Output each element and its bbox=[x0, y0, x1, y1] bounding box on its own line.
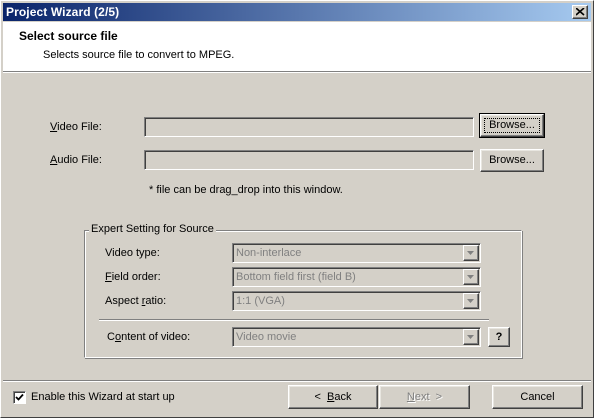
title-bar: Project Wizard (2/5) bbox=[3, 3, 591, 21]
chevron-down-icon bbox=[467, 335, 474, 339]
video-file-field[interactable] bbox=[144, 117, 474, 137]
video-type-dropdown-button[interactable] bbox=[463, 245, 479, 261]
cancel-button[interactable]: Cancel bbox=[492, 385, 583, 409]
video-type-value: Non-interlace bbox=[236, 247, 302, 259]
chevron-down-icon bbox=[467, 251, 474, 255]
close-button[interactable] bbox=[572, 5, 588, 19]
page-subtitle: Selects source file to convert to MPEG. bbox=[43, 49, 235, 61]
checkmark-icon bbox=[15, 393, 24, 401]
aspect-ratio-label: Aspect ratio: bbox=[105, 295, 167, 307]
wizard-header: Select source file Selects source file t… bbox=[3, 22, 591, 71]
next-button[interactable]: Next > bbox=[379, 385, 470, 409]
page-title: Select source file bbox=[19, 29, 118, 43]
header-divider bbox=[3, 71, 591, 73]
video-file-label: Video File: bbox=[50, 121, 102, 133]
audio-browse-button[interactable]: Browse... bbox=[480, 149, 544, 172]
expert-settings-divider bbox=[99, 319, 489, 321]
expert-settings-title: Expert Setting for Source bbox=[89, 223, 216, 235]
video-type-label: Video type: bbox=[105, 247, 160, 259]
chevron-down-icon bbox=[467, 275, 474, 279]
footer-divider bbox=[3, 380, 591, 382]
field-order-dropdown-button[interactable] bbox=[463, 269, 479, 285]
content-of-video-select[interactable]: Video movie bbox=[232, 327, 481, 347]
video-browse-button[interactable]: Browse... bbox=[479, 113, 545, 138]
back-arrow-icon: < bbox=[314, 391, 321, 403]
next-arrow-icon: > bbox=[435, 391, 443, 403]
help-button[interactable]: ? bbox=[488, 327, 510, 347]
aspect-ratio-value: 1:1 (VGA) bbox=[236, 295, 285, 307]
content-of-video-dropdown-button[interactable] bbox=[463, 329, 479, 345]
audio-file-label: Audio File: bbox=[50, 154, 102, 166]
field-order-label: Field order: bbox=[105, 271, 161, 283]
window-title: Project Wizard (2/5) bbox=[6, 5, 120, 19]
chevron-down-icon bbox=[467, 299, 474, 303]
content-of-video-label: Content of video: bbox=[107, 331, 191, 343]
audio-file-field[interactable] bbox=[144, 150, 474, 170]
field-order-value: Bottom field first (field B) bbox=[236, 271, 356, 283]
enable-wizard-checkbox[interactable] bbox=[13, 391, 26, 404]
video-type-select[interactable]: Non-interlace bbox=[232, 243, 481, 263]
close-icon bbox=[576, 8, 585, 16]
aspect-ratio-dropdown-button[interactable] bbox=[463, 293, 479, 309]
field-order-select[interactable]: Bottom field first (field B) bbox=[232, 267, 481, 287]
content-of-video-value: Video movie bbox=[236, 331, 297, 343]
wizard-window: Project Wizard (2/5) Select source file … bbox=[0, 0, 594, 418]
back-button[interactable]: < Back bbox=[288, 385, 378, 409]
enable-wizard-label[interactable]: Enable this Wizard at start up bbox=[31, 391, 175, 403]
aspect-ratio-select[interactable]: 1:1 (VGA) bbox=[232, 291, 481, 311]
drag-drop-hint: * file can be drag_drop into this window… bbox=[149, 184, 343, 196]
